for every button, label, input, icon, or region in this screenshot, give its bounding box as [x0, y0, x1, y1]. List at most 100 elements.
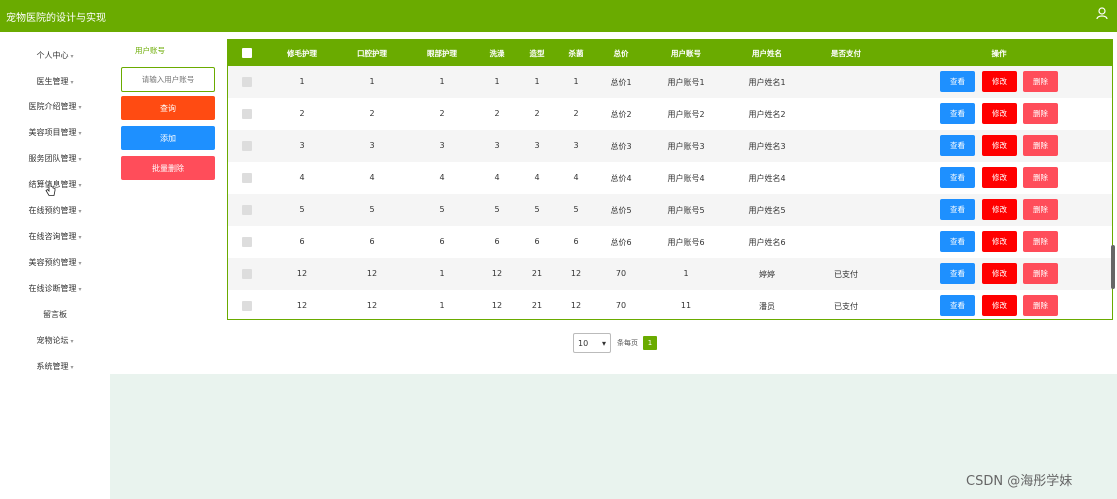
sidebar-item[interactable]: 宠物论坛 ▾: [0, 335, 110, 346]
sidebar-item[interactable]: 系统管理 ▾: [0, 361, 110, 372]
select-all-checkbox[interactable]: [242, 48, 252, 58]
app-title: 宠物医院的设计与实现: [6, 13, 106, 24]
sidebar-item-label: 美容项目管理: [28, 128, 77, 137]
delete-button[interactable]: 删除: [1023, 167, 1058, 188]
sidebar-item[interactable]: 在线预约管理 ▾: [0, 205, 110, 216]
page-number-current[interactable]: 1: [643, 336, 657, 350]
page-size-select[interactable]: 10 ▾: [573, 333, 611, 353]
table-cell: 1: [299, 77, 305, 86]
edit-button[interactable]: 修改: [982, 103, 1017, 124]
batch-delete-button[interactable]: 批量删除: [121, 156, 215, 180]
delete-button[interactable]: 删除: [1023, 231, 1058, 252]
row-checkbox[interactable]: [242, 77, 252, 87]
table-cell: 1: [439, 269, 445, 278]
table-cell: 4: [299, 173, 305, 182]
page-scrollbar[interactable]: [1111, 245, 1115, 289]
sidebar-item[interactable]: 在线咨询管理 ▾: [0, 231, 110, 242]
view-button[interactable]: 查看: [940, 231, 975, 252]
sidebar-item[interactable]: 美容项目管理 ▾: [0, 127, 110, 138]
table-cell: 2: [534, 109, 540, 118]
delete-button[interactable]: 删除: [1023, 295, 1058, 316]
sidebar-item[interactable]: 个人中心 ▾: [0, 50, 110, 61]
delete-button[interactable]: 删除: [1023, 71, 1058, 92]
sidebar-item[interactable]: 美容预约管理 ▾: [0, 257, 110, 268]
table-cell: 1: [573, 77, 579, 86]
chevron-down-icon: ▾: [70, 53, 74, 60]
sidebar-item[interactable]: 医生管理 ▾: [0, 76, 110, 87]
view-button[interactable]: 查看: [940, 135, 975, 156]
sidebar-item[interactable]: 服务团队管理 ▾: [0, 153, 110, 164]
table-cell: 用户姓名1: [748, 78, 786, 87]
sidebar-item-label: 在线诊断管理: [28, 284, 77, 293]
sidebar-item[interactable]: 在线诊断管理 ▾: [0, 283, 110, 294]
search-input[interactable]: [121, 67, 215, 92]
table-cell: 70: [615, 269, 627, 278]
table-cell: 1: [439, 301, 445, 310]
edit-button[interactable]: 修改: [982, 135, 1017, 156]
table-cell: 6: [439, 237, 445, 246]
view-button[interactable]: 查看: [940, 71, 975, 92]
edit-button[interactable]: 修改: [982, 167, 1017, 188]
row-checkbox[interactable]: [242, 141, 252, 151]
delete-button[interactable]: 删除: [1023, 199, 1058, 220]
table-row: 2 2 2 2 2 2 总价2 用户账号2 用户姓名2 查看 修改 删除: [228, 98, 1112, 130]
page-size-value: 10: [578, 338, 589, 348]
table-row: 4 4 4 4 4 4 总价4 用户账号4 用户姓名4 查看 修改 删除: [228, 162, 1112, 194]
row-checkbox[interactable]: [242, 269, 252, 279]
table-cell: 21: [531, 301, 543, 310]
edit-button[interactable]: 修改: [982, 231, 1017, 252]
row-checkbox[interactable]: [242, 109, 252, 119]
column-header[interactable]: 口腔护理: [357, 48, 387, 59]
column-header[interactable]: 总价: [614, 48, 629, 59]
sidebar-item[interactable]: 留言板: [0, 309, 110, 320]
column-header: 操作: [991, 49, 1007, 58]
column-header[interactable]: 用户姓名: [752, 48, 782, 59]
column-header[interactable]: 造型: [530, 48, 545, 59]
table-cell: 4: [439, 173, 445, 182]
column-header[interactable]: 杀菌: [569, 48, 584, 59]
sidebar-item-label: 医生管理: [36, 77, 69, 86]
table-cell: 6: [299, 237, 305, 246]
column-header[interactable]: 是否支付: [831, 48, 861, 59]
chevron-down-icon: ▾: [78, 104, 82, 111]
sidebar-item[interactable]: 医院介绍管理 ▾: [0, 101, 110, 112]
table-cell: 12: [570, 301, 582, 310]
column-header[interactable]: 用户账号: [671, 48, 701, 59]
data-table: 修毛护理 口腔护理 眼部护理 洗澡 造型 杀菌 总价 用户账号 用户姓名 是否支付 操作 1 1 1 1 1…: [227, 39, 1113, 320]
row-checkbox[interactable]: [242, 237, 252, 247]
edit-button[interactable]: 修改: [982, 295, 1017, 316]
table-cell: 5: [299, 205, 305, 214]
delete-button[interactable]: 删除: [1023, 103, 1058, 124]
edit-button[interactable]: 修改: [982, 199, 1017, 220]
view-button[interactable]: 查看: [940, 263, 975, 284]
query-button[interactable]: 查询: [121, 96, 215, 120]
table-cell: 用户姓名3: [748, 142, 786, 151]
chevron-down-icon: ▾: [78, 286, 82, 293]
chevron-down-icon: ▾: [78, 182, 82, 189]
add-button[interactable]: 添加: [121, 126, 215, 150]
view-button[interactable]: 查看: [940, 199, 975, 220]
user-icon[interactable]: [1095, 6, 1109, 20]
sidebar-item-label: 个人中心: [36, 51, 69, 60]
row-checkbox[interactable]: [242, 301, 252, 311]
delete-button[interactable]: 删除: [1023, 263, 1058, 284]
row-checkbox[interactable]: [242, 173, 252, 183]
view-button[interactable]: 查看: [940, 167, 975, 188]
table-cell: 12: [366, 301, 378, 310]
table-cell: 3: [369, 141, 375, 150]
edit-button[interactable]: 修改: [982, 71, 1017, 92]
column-header[interactable]: 眼部护理: [427, 48, 457, 59]
column-header[interactable]: 洗澡: [490, 48, 505, 59]
edit-button[interactable]: 修改: [982, 263, 1017, 284]
view-button[interactable]: 查看: [940, 295, 975, 316]
table-cell: 5: [573, 205, 579, 214]
delete-button[interactable]: 删除: [1023, 135, 1058, 156]
per-page-label: 条每页: [617, 339, 638, 347]
table-cell: 12: [491, 301, 503, 310]
table-cell: 12: [570, 269, 582, 278]
column-header[interactable]: 修毛护理: [287, 48, 317, 59]
table-cell: 5: [494, 205, 500, 214]
row-checkbox[interactable]: [242, 205, 252, 215]
view-button[interactable]: 查看: [940, 103, 975, 124]
sidebar-item-label: 在线预约管理: [28, 206, 77, 215]
